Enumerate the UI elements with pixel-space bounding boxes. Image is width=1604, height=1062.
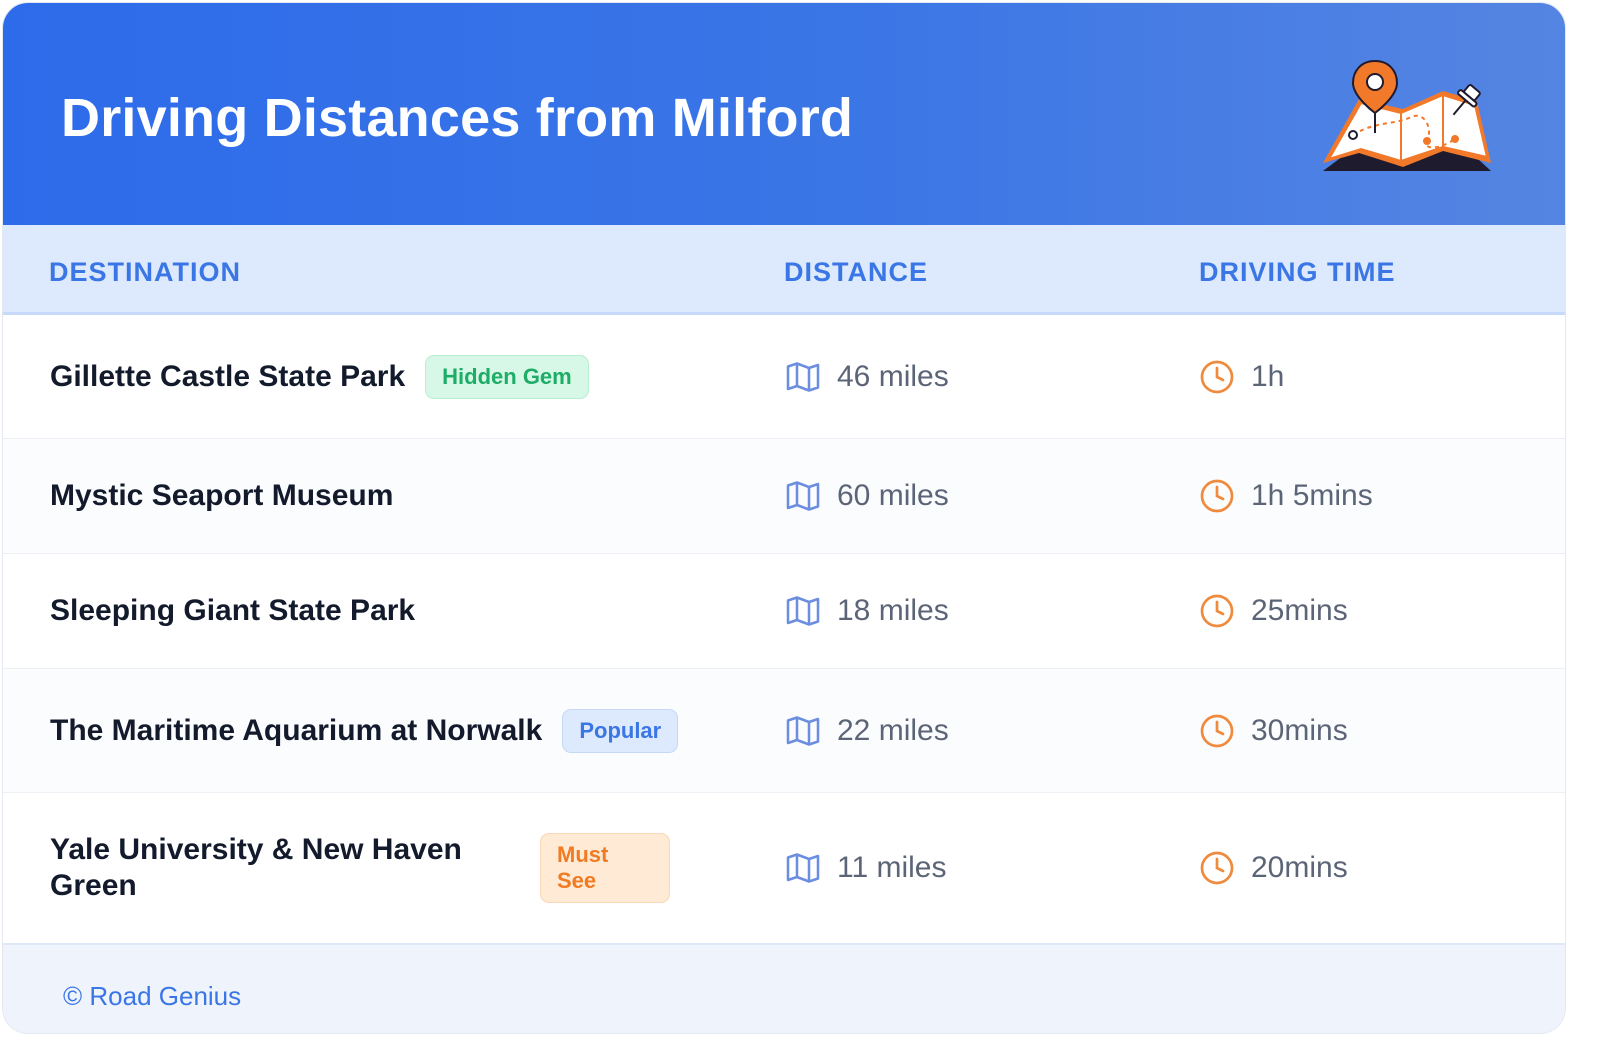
time-cell: 20mins [1199, 793, 1348, 943]
card-header: Driving Distances from Milford [3, 3, 1565, 225]
destination-name: The Maritime Aquarium at Norwalk [50, 713, 543, 747]
time-cell: 1h 5mins [1199, 439, 1373, 553]
distance-value: 11 miles [837, 851, 947, 884]
distance-value: 18 miles [837, 594, 949, 627]
table-header: DESTINATION DISTANCE DRIVING TIME [3, 225, 1565, 315]
time-value: 1h [1251, 359, 1285, 393]
distance-card: Driving Distances from Milford DESTINATI… [2, 2, 1566, 1034]
time-value: 20mins [1251, 851, 1348, 884]
distance-value: 22 miles [837, 713, 949, 747]
column-header-distance: DISTANCE [784, 257, 929, 287]
destination-name: Mystic Seaport Museum [50, 479, 394, 512]
map-icon [786, 481, 820, 511]
destination-cell: Sleeping Giant State Park [50, 554, 710, 668]
distance-cell: 22 miles [785, 669, 949, 792]
table-row: Yale University & New Haven Green Must S… [3, 793, 1565, 943]
destination-name: Gillette Castle State Park [50, 359, 406, 393]
map-icon [786, 853, 820, 883]
destination-cell: Mystic Seaport Museum [50, 439, 710, 553]
popular-badge: Popular [562, 708, 679, 753]
map-icon [786, 361, 820, 392]
table-row: The Maritime Aquarium at Norwalk Popular… [3, 669, 1565, 793]
distance-value: 60 miles [837, 479, 949, 512]
time-value: 1h 5mins [1251, 479, 1373, 512]
clock-icon [1200, 479, 1234, 513]
time-cell: 30mins [1199, 669, 1348, 792]
must-see-badge: Must See [540, 833, 670, 903]
distance-cell: 18 miles [785, 554, 949, 668]
destination-name: Sleeping Giant State Park [50, 594, 416, 627]
column-header-driving-time: DRIVING TIME [1199, 257, 1396, 287]
column-header-destination: DESTINATION [49, 257, 241, 287]
time-value: 30mins [1251, 713, 1348, 747]
destination-cell: The Maritime Aquarium at Norwalk Popular [50, 669, 710, 792]
distance-cell: 11 miles [785, 793, 946, 943]
hidden-gem-badge: Hidden Gem [425, 354, 589, 399]
footer-credit: © Road Genius [63, 981, 242, 1011]
destination-cell: Yale University & New Haven Green Must S… [50, 793, 710, 943]
clock-icon [1200, 851, 1234, 885]
card-footer: © Road Genius [3, 943, 1565, 1033]
distance-cell: 60 miles [785, 439, 949, 553]
page-title: Driving Distances from Milford [61, 88, 854, 148]
destination-name: Yale University & New Haven Green [50, 833, 462, 902]
clock-icon [1200, 594, 1234, 628]
table-row: Sleeping Giant State Park 18 miles 25min… [3, 554, 1565, 669]
clock-icon [1200, 360, 1234, 393]
table-row: Gillette Castle State Park Hidden Gem 46… [3, 315, 1565, 439]
time-cell: 1h [1199, 315, 1284, 438]
destination-cell: Gillette Castle State Park Hidden Gem [50, 315, 710, 438]
time-cell: 25mins [1199, 554, 1348, 668]
clock-icon [1200, 714, 1234, 747]
table-row: Mystic Seaport Museum 60 miles 1h 5mins [3, 439, 1565, 554]
distance-value: 46 miles [837, 359, 949, 393]
map-icon [786, 715, 820, 746]
distance-cell: 46 miles [785, 315, 949, 438]
time-value: 25mins [1251, 594, 1348, 627]
map-icon [786, 596, 820, 626]
map-with-pins-icon [1323, 59, 1491, 171]
